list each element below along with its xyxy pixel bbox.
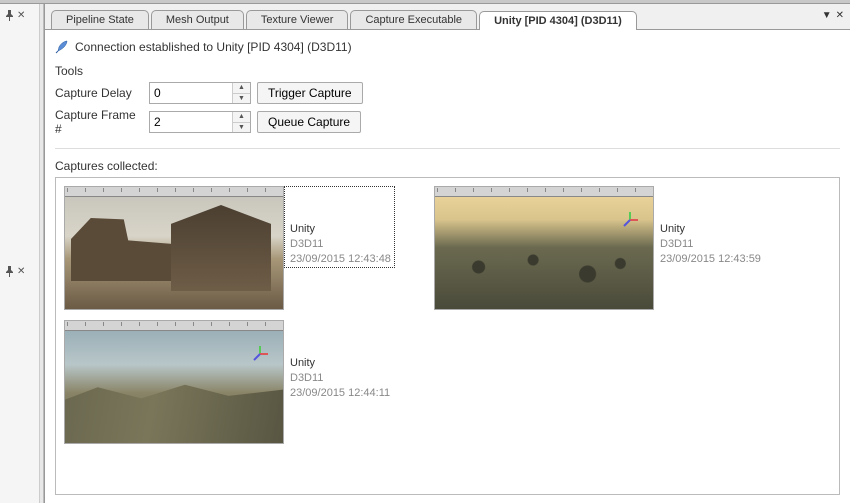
capture-delay-label: Capture Delay bbox=[55, 86, 143, 100]
capture-api: D3D11 bbox=[290, 371, 390, 386]
capture-thumbnail[interactable] bbox=[434, 186, 654, 310]
close-icon[interactable]: ✕ bbox=[17, 266, 25, 277]
thumbnail-scene bbox=[65, 197, 283, 309]
capture-item[interactable]: UnityD3D1123/09/2015 12:44:11 bbox=[64, 320, 424, 444]
feather-icon bbox=[55, 40, 69, 54]
capture-name: Unity bbox=[660, 222, 761, 237]
spinner-up-icon[interactable]: ▲ bbox=[233, 112, 250, 123]
connection-status-row: Connection established to Unity [PID 430… bbox=[55, 36, 840, 62]
capture-timestamp: 23/09/2015 12:44:11 bbox=[290, 386, 390, 401]
capture-timestamp: 23/09/2015 12:43:48 bbox=[290, 252, 391, 267]
tab-pipeline-state[interactable]: Pipeline State bbox=[51, 10, 149, 29]
gizmo-icon bbox=[251, 345, 269, 363]
tab-capture-executable[interactable]: Capture Executable bbox=[350, 10, 477, 29]
connection-status-text: Connection established to Unity [PID 430… bbox=[75, 40, 352, 54]
tab-unity-pid[interactable]: Unity [PID 4304] (D3D11) bbox=[479, 11, 637, 30]
capture-item[interactable]: UnityD3D1123/09/2015 12:43:59 bbox=[434, 186, 794, 310]
tools-header: Tools bbox=[55, 64, 840, 78]
capture-thumbnail[interactable] bbox=[64, 186, 284, 310]
capture-api: D3D11 bbox=[660, 237, 761, 252]
spinner-up-icon[interactable]: ▲ bbox=[233, 83, 250, 94]
dock-controls-mid: ✕ bbox=[0, 260, 29, 283]
thumbnail-titlebar bbox=[435, 187, 653, 197]
capture-metadata[interactable]: UnityD3D1123/09/2015 12:43:48 bbox=[284, 186, 395, 268]
main-panel: Pipeline State Mesh Output Texture Viewe… bbox=[44, 4, 850, 503]
capture-timestamp: 23/09/2015 12:43:59 bbox=[660, 252, 761, 267]
capture-frame-row: Capture Frame # ▲ ▼ Queue Capture bbox=[55, 108, 840, 136]
tab-bar: Pipeline State Mesh Output Texture Viewe… bbox=[45, 4, 850, 30]
capture-frame-input[interactable] bbox=[150, 112, 232, 132]
section-divider bbox=[55, 148, 840, 149]
capture-delay-input[interactable] bbox=[150, 83, 232, 103]
queue-capture-button[interactable]: Queue Capture bbox=[257, 111, 361, 133]
captures-header: Captures collected: bbox=[55, 159, 840, 173]
thumbnail-scene bbox=[65, 331, 283, 443]
tools-section: Tools Capture Delay ▲ ▼ Trigger Capture … bbox=[55, 64, 840, 136]
capture-frame-spinner[interactable]: ▲ ▼ bbox=[149, 111, 251, 133]
capture-name: Unity bbox=[290, 356, 390, 371]
captures-list: UnityD3D1123/09/2015 12:43:48UnityD3D112… bbox=[55, 177, 840, 495]
dock-controls-top: ✕ bbox=[0, 4, 39, 27]
pin-icon[interactable] bbox=[4, 266, 15, 277]
thumbnail-titlebar bbox=[65, 187, 283, 197]
tab-texture-viewer[interactable]: Texture Viewer bbox=[246, 10, 349, 29]
capture-metadata[interactable]: UnityD3D1123/09/2015 12:44:11 bbox=[284, 320, 394, 401]
gizmo-icon bbox=[621, 211, 639, 229]
tab-controls: ▼ ✕ bbox=[822, 10, 844, 21]
spinner-down-icon[interactable]: ▼ bbox=[233, 123, 250, 133]
capture-delay-spinner[interactable]: ▲ ▼ bbox=[149, 82, 251, 104]
left-dock-panel: ✕ ✕ bbox=[0, 4, 40, 503]
capture-thumbnail[interactable] bbox=[64, 320, 284, 444]
capture-name: Unity bbox=[290, 222, 391, 237]
thumbnail-titlebar bbox=[65, 321, 283, 331]
capture-item[interactable]: UnityD3D1123/09/2015 12:43:48 bbox=[64, 186, 424, 310]
capture-metadata[interactable]: UnityD3D1123/09/2015 12:43:59 bbox=[654, 186, 765, 267]
spinner-down-icon[interactable]: ▼ bbox=[233, 94, 250, 104]
trigger-capture-button[interactable]: Trigger Capture bbox=[257, 82, 363, 104]
tab-mesh-output[interactable]: Mesh Output bbox=[151, 10, 244, 29]
capture-delay-row: Capture Delay ▲ ▼ Trigger Capture bbox=[55, 82, 840, 104]
pin-icon[interactable] bbox=[4, 10, 15, 21]
tab-content: Connection established to Unity [PID 430… bbox=[45, 30, 850, 501]
close-icon[interactable]: ✕ bbox=[836, 10, 844, 21]
close-icon[interactable]: ✕ bbox=[17, 10, 25, 21]
capture-api: D3D11 bbox=[290, 237, 391, 252]
dropdown-icon[interactable]: ▼ bbox=[822, 10, 832, 21]
thumbnail-scene bbox=[435, 197, 653, 309]
capture-frame-label: Capture Frame # bbox=[55, 108, 143, 136]
